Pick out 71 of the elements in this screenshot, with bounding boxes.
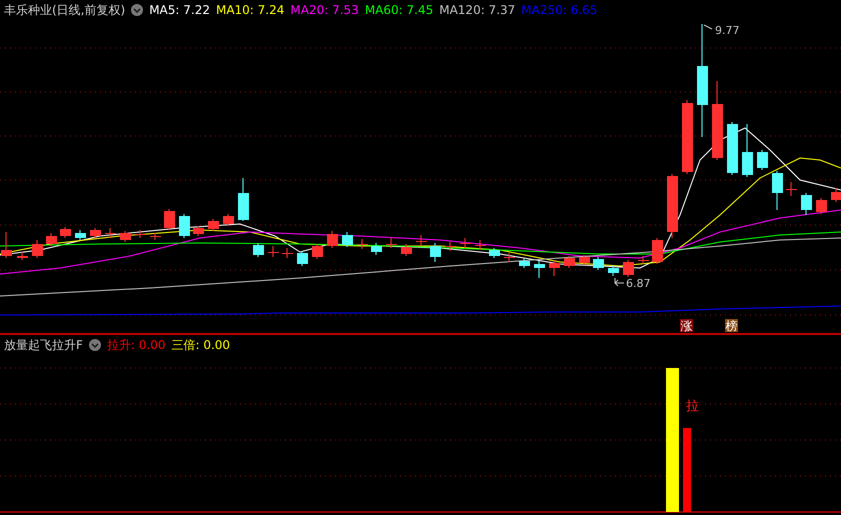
indicator-value: MA60: 7.45 [364, 3, 434, 17]
candlestick [430, 242, 441, 262]
indicator-value: MA20: 7.53 [290, 3, 359, 17]
candlestick [445, 242, 456, 252]
indicator-value: MA5: 7.22 [149, 3, 210, 17]
candlestick [268, 246, 279, 258]
candlestick [17, 252, 28, 260]
indicator-value: MA10: 7.24 [216, 3, 284, 17]
candlestick [164, 208, 175, 230]
candlestick [534, 260, 545, 278]
candlestick [179, 214, 190, 238]
candlestick [831, 188, 841, 202]
candlestick [208, 218, 219, 232]
limit-up-badge: 榜 [725, 319, 738, 333]
candlestick [519, 258, 530, 268]
candlestick [489, 248, 500, 258]
candlestick [549, 260, 560, 276]
candlestick [60, 226, 71, 238]
candlestick [727, 122, 738, 176]
high-price-label: 9.77 [704, 24, 740, 37]
bar-label: 拉 [686, 399, 699, 414]
candlestick [105, 228, 116, 238]
candlestick [120, 230, 131, 242]
candlestick [772, 170, 783, 210]
dropdown-icon[interactable] [131, 4, 144, 16]
candlestick [223, 214, 234, 226]
candlestick [327, 230, 338, 248]
candlestick [579, 254, 590, 266]
candlestick [504, 252, 515, 262]
candlestick [312, 244, 323, 260]
candlestick [193, 226, 204, 236]
candlestick [786, 182, 797, 196]
candlestick [75, 230, 86, 240]
candlestick [475, 240, 486, 250]
candlestick [90, 228, 101, 238]
candlestick [32, 240, 43, 258]
candlestick [460, 238, 471, 248]
candlestick [416, 234, 427, 246]
candlestick [652, 238, 663, 264]
candlestick [801, 192, 812, 216]
candlestick [150, 232, 161, 240]
candlestick [297, 250, 308, 266]
candlestick [386, 238, 397, 248]
candlestick [282, 248, 293, 258]
candlestick [638, 256, 649, 264]
candlestick [623, 260, 634, 278]
indicator-value: MA250: 6.65 [521, 3, 598, 17]
candlestick [757, 150, 768, 170]
candlestick [816, 198, 827, 214]
limit-up-badge: 涨 [680, 319, 693, 333]
candlestick [1, 232, 12, 258]
low-price-label: 6.87 [614, 277, 650, 290]
indicator-value: 三倍: 0.00 [171, 336, 230, 354]
candlestick [357, 238, 368, 250]
candlestick [371, 242, 382, 256]
candlestick [564, 256, 575, 268]
candlestick [608, 264, 619, 276]
indicator-value: MA120: 7.37 [439, 3, 516, 17]
chart-title: 丰乐种业(日线,前复权) [4, 2, 126, 18]
candlestick [238, 178, 249, 222]
candlestick [135, 230, 146, 238]
candlestick [742, 124, 753, 178]
candlestick [667, 174, 678, 238]
candlestick [46, 232, 57, 246]
candlestick [253, 242, 264, 258]
indicator-value: 拉升: 0.00 [106, 336, 166, 354]
dropdown-icon[interactable] [88, 339, 101, 351]
candlestick [401, 244, 412, 256]
candlestick [593, 256, 604, 270]
candlestick [342, 232, 353, 248]
chart-title: 放量起飞拉升F [4, 336, 83, 354]
